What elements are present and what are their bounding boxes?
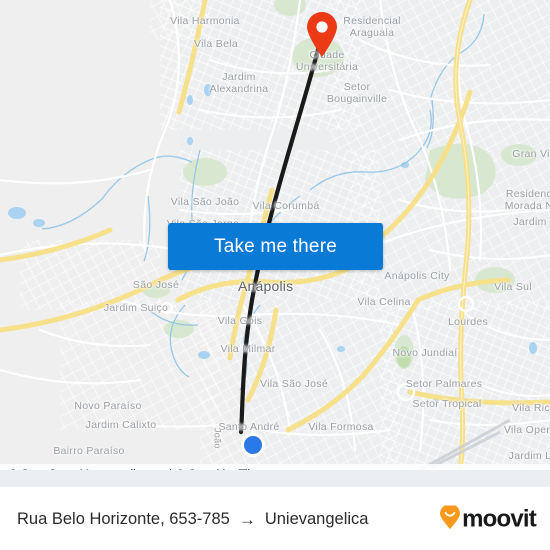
trip-destination-label: Unievangelica	[264, 510, 369, 528]
moovit-logo[interactable]: moovit	[439, 503, 537, 534]
destination-pin-icon[interactable]	[305, 12, 339, 58]
moovit-wordmark: moovit	[462, 505, 537, 533]
moovit-pin-icon	[439, 503, 461, 534]
map-canvas[interactable]: Vila Harmonia Vila Bela Residencial Araguai…	[0, 0, 550, 470]
attribution-separator: |	[169, 469, 172, 470]
map-attribution: © OpenStreetMap contributors | © OpenMap…	[0, 464, 550, 470]
attribution-osm[interactable]: © OpenStreetMap contributors	[9, 469, 165, 470]
trip-summary: Rua Belo Horizonte, 653-785 → Unievangel…	[0, 510, 368, 530]
arrow-right-icon: →	[238, 509, 256, 529]
attribution-openmaptiles[interactable]: © OpenMapTiles	[176, 469, 262, 470]
take-me-there-button[interactable]: Take me there	[168, 223, 383, 270]
trip-origin-label: Rua Belo Horizonte, 653-785	[17, 510, 230, 528]
origin-location-dot[interactable]	[241, 433, 265, 457]
moovit-trip-map-screen: Vila Harmonia Vila Bela Residencial Araguai…	[0, 0, 550, 550]
trip-footer-bar: Rua Belo Horizonte, 653-785 → Unievangel…	[0, 487, 550, 550]
